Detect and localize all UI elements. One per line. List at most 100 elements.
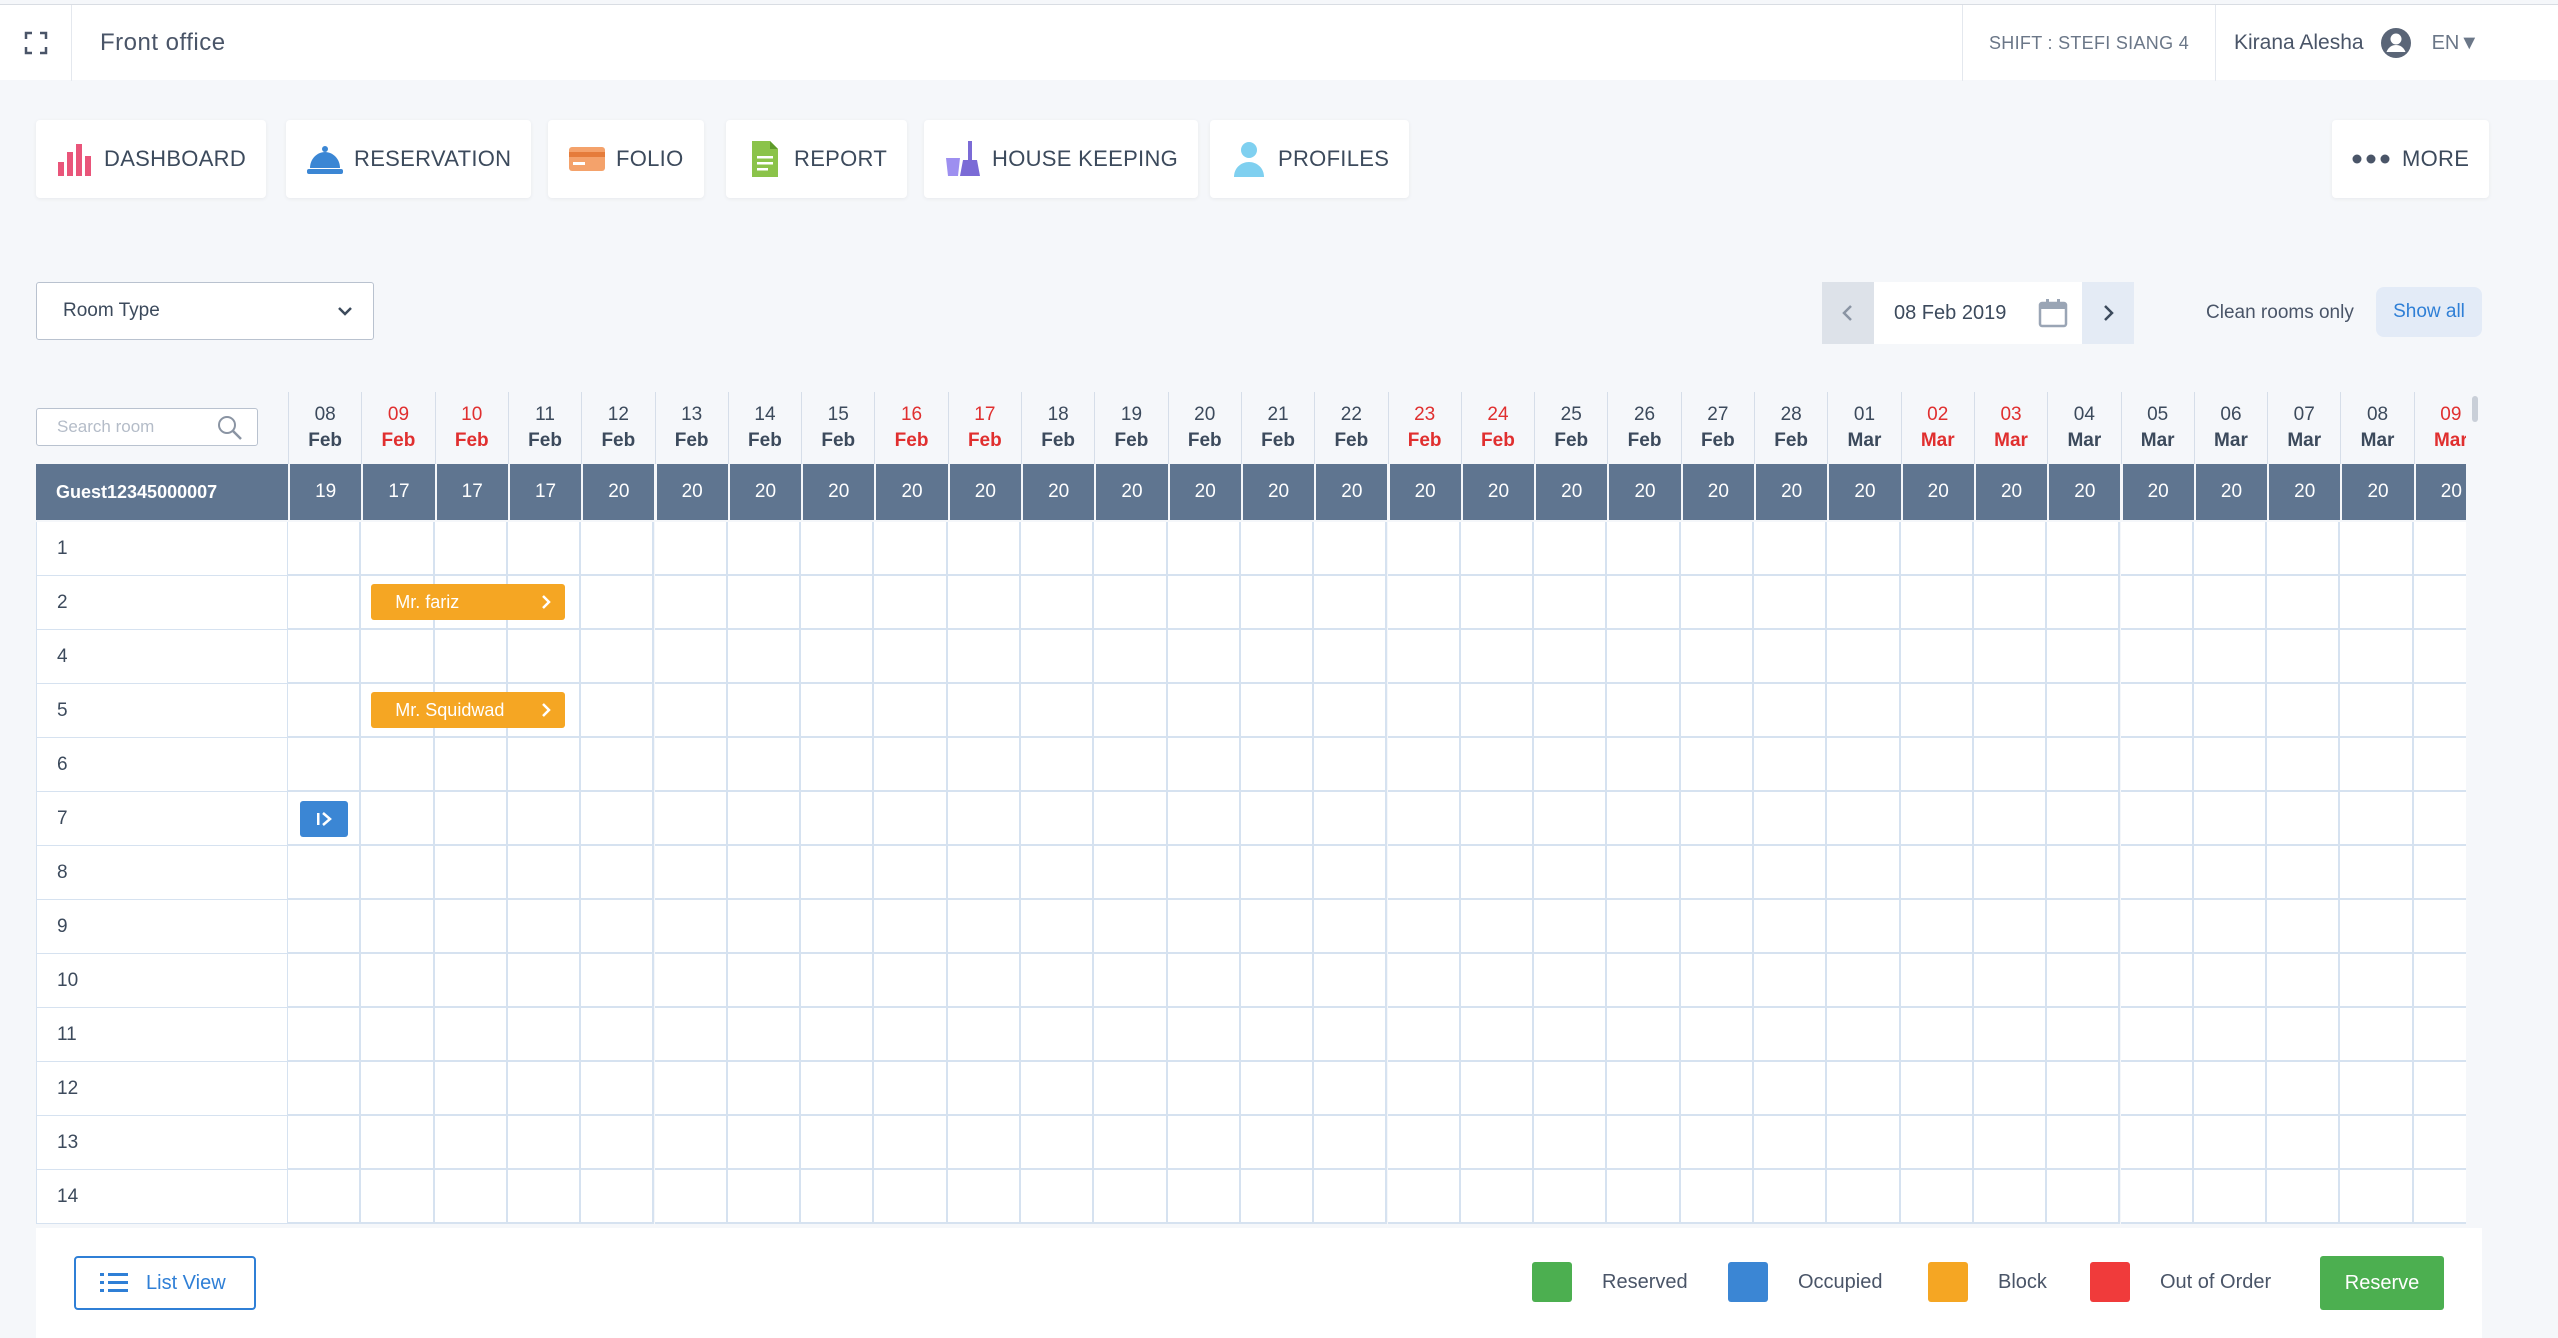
- calendar-cell[interactable]: [654, 954, 728, 1008]
- calendar-cell[interactable]: [1827, 1062, 1901, 1116]
- booking-block[interactable]: Mr. Squidwad: [371, 692, 566, 728]
- calendar-cell[interactable]: [1827, 522, 1901, 576]
- calendar-cell[interactable]: [1387, 630, 1461, 684]
- calendar-cell[interactable]: [1680, 1116, 1754, 1170]
- calendar-cell[interactable]: [2193, 1062, 2268, 1116]
- calendar-cell[interactable]: [361, 954, 435, 1008]
- calendar-cell[interactable]: [874, 1008, 948, 1062]
- calendar-cell[interactable]: [1900, 1008, 1974, 1062]
- calendar-cell[interactable]: [2267, 1008, 2341, 1062]
- calendar-cell[interactable]: [1973, 1170, 2048, 1224]
- calendar-cell[interactable]: [1021, 522, 1095, 576]
- calendar-cell[interactable]: [1094, 738, 1168, 792]
- calendar-cell[interactable]: [434, 900, 508, 954]
- calendar-cell[interactable]: [1973, 1008, 2048, 1062]
- calendar-cell[interactable]: [801, 1008, 875, 1062]
- calendar-cell[interactable]: [2413, 630, 2466, 684]
- calendar-cell[interactable]: [1240, 954, 1315, 1008]
- calendar-cell[interactable]: [1973, 792, 2048, 846]
- calendar-cell[interactable]: [1973, 954, 2048, 1008]
- calendar-cell[interactable]: [1680, 900, 1754, 954]
- calendar-cell[interactable]: [288, 684, 362, 738]
- calendar-cell[interactable]: [874, 900, 948, 954]
- calendar-cell[interactable]: [361, 738, 435, 792]
- calendar-cell[interactable]: [2267, 522, 2341, 576]
- calendar-cell[interactable]: [361, 846, 435, 900]
- calendar-cell[interactable]: [2413, 1008, 2466, 1062]
- calendar-cell[interactable]: [874, 1062, 948, 1116]
- calendar-cell[interactable]: [1973, 576, 2048, 630]
- calendar-cell[interactable]: [2193, 684, 2268, 738]
- calendar-cell[interactable]: [2120, 1170, 2194, 1224]
- nav-housekeeping[interactable]: HOUSE KEEPING: [924, 120, 1199, 198]
- calendar-cell[interactable]: [2120, 1062, 2194, 1116]
- calendar-cell[interactable]: [2267, 738, 2341, 792]
- calendar-cell[interactable]: [1094, 954, 1168, 1008]
- calendar-cell[interactable]: [581, 1116, 655, 1170]
- calendar-cell[interactable]: [1387, 1170, 1461, 1224]
- calendar-cell[interactable]: [1021, 1170, 1095, 1224]
- calendar-cell[interactable]: [874, 576, 948, 630]
- calendar-cell[interactable]: [1094, 684, 1168, 738]
- calendar-cell[interactable]: [361, 630, 435, 684]
- calendar-cell[interactable]: [1240, 738, 1315, 792]
- calendar-cell[interactable]: [2120, 684, 2194, 738]
- calendar-cell[interactable]: [1900, 1116, 1974, 1170]
- calendar-cell[interactable]: [947, 1008, 1021, 1062]
- calendar-cell[interactable]: [2340, 576, 2414, 630]
- calendar-cell[interactable]: [947, 738, 1021, 792]
- calendar-cell[interactable]: [2267, 630, 2341, 684]
- vertical-scrollbar[interactable]: [2472, 396, 2478, 422]
- calendar-cell[interactable]: [947, 684, 1021, 738]
- calendar-cell[interactable]: [1754, 954, 1828, 1008]
- calendar-cell[interactable]: [507, 1170, 582, 1224]
- calendar-cell[interactable]: [2340, 1008, 2414, 1062]
- calendar-cell[interactable]: [1240, 1008, 1315, 1062]
- calendar-cell[interactable]: [1754, 738, 1828, 792]
- calendar-cell[interactable]: [507, 792, 582, 846]
- calendar-cell[interactable]: [581, 1062, 655, 1116]
- calendar-cell[interactable]: [1167, 1116, 1241, 1170]
- calendar-cell[interactable]: [2267, 792, 2341, 846]
- calendar-cell[interactable]: [1094, 1116, 1168, 1170]
- calendar-cell[interactable]: [874, 954, 948, 1008]
- calendar-cell[interactable]: [1680, 684, 1754, 738]
- calendar-cell[interactable]: [2047, 846, 2121, 900]
- calendar-cell[interactable]: [874, 1170, 948, 1224]
- calendar-cell[interactable]: [727, 1062, 802, 1116]
- calendar-cell[interactable]: [2413, 846, 2466, 900]
- calendar-cell[interactable]: [727, 1170, 802, 1224]
- calendar-cell[interactable]: [1094, 1008, 1168, 1062]
- calendar-cell[interactable]: [2340, 1116, 2414, 1170]
- calendar-cell[interactable]: [1754, 630, 1828, 684]
- calendar-cell[interactable]: [1240, 900, 1315, 954]
- calendar-cell[interactable]: [1607, 1008, 1681, 1062]
- booking-block[interactable]: Mr. fariz: [371, 584, 566, 620]
- calendar-cell[interactable]: [874, 630, 948, 684]
- calendar-cell[interactable]: [1900, 846, 1974, 900]
- calendar-cell[interactable]: [654, 1062, 728, 1116]
- calendar-cell[interactable]: [2193, 738, 2268, 792]
- calendar-cell[interactable]: [654, 576, 728, 630]
- calendar-cell[interactable]: [288, 576, 362, 630]
- calendar-cell[interactable]: [1167, 954, 1241, 1008]
- calendar-cell[interactable]: [2193, 1008, 2268, 1062]
- calendar-cell[interactable]: [727, 684, 802, 738]
- calendar-cell[interactable]: [434, 1008, 508, 1062]
- calendar-cell[interactable]: [2120, 1008, 2194, 1062]
- calendar-cell[interactable]: [2120, 846, 2194, 900]
- calendar-cell[interactable]: [1460, 846, 1535, 900]
- calendar-cell[interactable]: [2340, 900, 2414, 954]
- calendar-cell[interactable]: [727, 1008, 802, 1062]
- calendar-cell[interactable]: [1607, 522, 1681, 576]
- calendar-cell[interactable]: [1240, 630, 1315, 684]
- calendar-cell[interactable]: [2193, 1170, 2268, 1224]
- calendar-cell[interactable]: [2267, 846, 2341, 900]
- calendar-cell[interactable]: [1460, 1116, 1535, 1170]
- calendar-cell[interactable]: [434, 738, 508, 792]
- calendar-cell[interactable]: [1973, 846, 2048, 900]
- calendar-cell[interactable]: [1973, 1062, 2048, 1116]
- calendar-cell[interactable]: [1240, 1170, 1315, 1224]
- calendar-cell[interactable]: [434, 630, 508, 684]
- calendar-cell[interactable]: [947, 900, 1021, 954]
